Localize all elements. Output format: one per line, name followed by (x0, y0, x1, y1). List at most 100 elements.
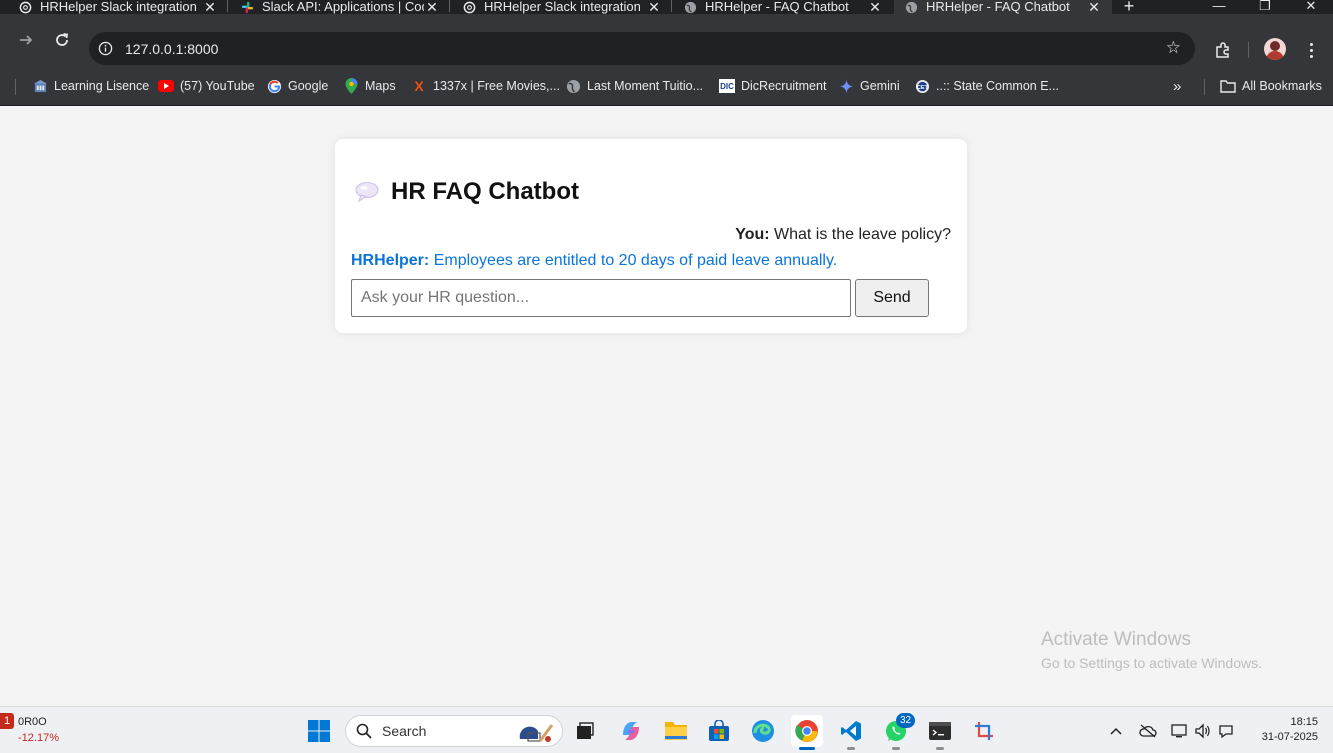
maps-icon (343, 78, 359, 94)
x-icon: X (414, 78, 424, 94)
tab-divider (449, 0, 450, 12)
clock-time: 18:15 (1290, 716, 1318, 728)
bot-message-text: Employees are entitled to 20 days of pai… (433, 252, 838, 269)
running-indicator-chrome (799, 747, 815, 750)
task-view-icon[interactable] (569, 715, 601, 747)
reload-button[interactable] (50, 28, 74, 52)
folder-icon (1220, 78, 1236, 94)
close-icon[interactable]: ✕ (202, 0, 218, 14)
tab-title: HRHelper Slack integration (484, 0, 641, 14)
stock-badge: 1 (0, 713, 14, 729)
tab-faq-chatbot-1[interactable]: HRHelper - FAQ Chatbot ✕ (683, 0, 883, 14)
address-bar[interactable]: 127.0.0.1:8000 ☆ (89, 32, 1195, 65)
bookmarks-overflow-chevron-icon[interactable]: » (1173, 77, 1181, 95)
cricket-helmet-icon (516, 719, 554, 745)
chrome-taskbar-icon[interactable] (791, 715, 823, 747)
tab-divider (227, 0, 228, 12)
forward-button[interactable] (14, 28, 38, 52)
edge-icon[interactable] (747, 715, 779, 747)
avatar-body (1266, 51, 1284, 60)
openai-icon (18, 0, 32, 14)
snipping-tool-icon[interactable] (968, 715, 1000, 747)
send-button[interactable]: Send (855, 279, 929, 317)
restore-button[interactable]: ❐ (1242, 0, 1288, 14)
bookmark-last-moment[interactable]: Last Moment Tuitio... (565, 77, 703, 95)
slack-icon (240, 0, 254, 14)
bookmark-state-common-e[interactable]: CET ..:: State Common E... (914, 77, 1059, 95)
tab-slack-api[interactable]: Slack API: Applications | Cod ✕ (240, 0, 440, 14)
dic-icon: DIC (719, 79, 735, 93)
bookmark-label: Google (288, 79, 329, 93)
globe-icon (904, 0, 918, 14)
taskbar-search[interactable]: Search (345, 715, 563, 747)
bookmark-1337x[interactable]: X 1337x | Free Movies,... (411, 77, 560, 95)
running-indicator-whatsapp (892, 747, 900, 750)
arrow-right-icon (20, 35, 33, 45)
vscode-icon[interactable] (835, 715, 867, 747)
bookmark-learning-licence[interactable]: Learning Lisence (32, 77, 149, 95)
file-explorer-icon[interactable] (660, 715, 692, 747)
bot-message: HRHelper: Employees are entitled to 20 d… (351, 252, 837, 270)
search-icon (356, 723, 372, 739)
copilot-icon[interactable] (615, 715, 647, 747)
svg-text:CET: CET (916, 84, 928, 90)
terminal-icon[interactable] (924, 715, 956, 747)
youtube-icon (158, 78, 174, 94)
bookmark-star-icon[interactable]: ☆ (1166, 39, 1181, 57)
bookmark-google[interactable]: Google (266, 77, 328, 95)
minimize-button[interactable]: — (1196, 0, 1242, 14)
bookmark-label: ..:: State Common E... (936, 79, 1059, 93)
all-bookmarks-label: All Bookmarks (1242, 79, 1322, 93)
close-icon[interactable]: ✕ (424, 0, 440, 14)
bookmark-label: (57) YouTube (180, 79, 255, 93)
tab-title: HRHelper - FAQ Chatbot (705, 0, 849, 14)
bookmark-divider (1204, 79, 1205, 95)
bookmark-dicrecruitment[interactable]: DIC DicRecruitment (719, 77, 826, 95)
globe-icon (683, 0, 697, 14)
bookmark-maps[interactable]: Maps (343, 77, 396, 95)
toolbar-divider (1248, 42, 1249, 58)
all-bookmarks-button[interactable]: All Bookmarks (1220, 77, 1322, 95)
volume-icon[interactable] (1193, 721, 1213, 741)
tab-hrhelper-slack-2[interactable]: HRHelper Slack integration ✕ (462, 0, 662, 14)
close-icon[interactable]: ✕ (867, 0, 883, 14)
search-label: Search (382, 723, 427, 739)
question-input[interactable] (351, 279, 851, 317)
bookmark-divider (15, 79, 16, 95)
onedrive-off-icon[interactable] (1138, 721, 1158, 741)
avatar-head (1270, 41, 1280, 51)
tab-title: Slack API: Applications | Cod (262, 0, 424, 14)
bookmark-label: Gemini (860, 79, 900, 93)
page-viewport: HR FAQ Chatbot You: What is the leave po… (0, 107, 1333, 706)
page-title: HR FAQ Chatbot (355, 178, 579, 206)
microsoft-store-icon[interactable] (703, 715, 735, 747)
tab-divider (671, 0, 672, 12)
new-tab-button[interactable]: + (1120, 0, 1138, 15)
user-message-text: What is the leave policy? (774, 226, 951, 243)
close-window-button[interactable]: ✕ (1288, 0, 1333, 14)
stock-widget[interactable]: 1 0R0O -12.17% (0, 713, 80, 749)
profile-avatar[interactable] (1264, 38, 1286, 60)
bookmark-label: DicRecruitment (741, 79, 827, 93)
cet-icon: CET (914, 78, 930, 94)
chatbot-card: HR FAQ Chatbot You: What is the leave po… (335, 139, 967, 333)
close-icon[interactable]: ✕ (1086, 0, 1102, 14)
extensions-icon[interactable] (1212, 39, 1234, 61)
tab-faq-chatbot-active[interactable]: HRHelper - FAQ Chatbot ✕ (894, 0, 1112, 14)
system-clock[interactable]: 18:15 31-07-2025 (1248, 715, 1318, 745)
watermark-title: Activate Windows (1041, 629, 1191, 650)
chrome-menu-button[interactable] (1303, 39, 1319, 61)
stock-name: 0R0O (18, 716, 47, 728)
url-text[interactable]: 127.0.0.1:8000 (125, 41, 218, 57)
close-icon[interactable]: ✕ (646, 0, 662, 14)
running-indicator-terminal (936, 747, 944, 750)
bookmark-label: Learning Lisence (54, 79, 150, 93)
show-hidden-icons-chevron-up-icon[interactable] (1106, 721, 1126, 741)
network-icon[interactable] (1170, 721, 1190, 741)
site-info-icon[interactable] (97, 41, 113, 57)
bookmark-gemini[interactable]: Gemini (838, 77, 900, 95)
tab-hrhelper-slack-1[interactable]: HRHelper Slack integration ✕ (18, 0, 218, 14)
bookmark-youtube[interactable]: (57) YouTube (158, 77, 255, 95)
start-button[interactable] (303, 715, 335, 747)
battery-icon[interactable] (1216, 721, 1236, 741)
